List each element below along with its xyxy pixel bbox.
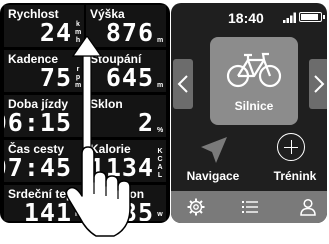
metric-unit: m	[157, 82, 164, 89]
bottom-toolbar	[171, 191, 327, 223]
plus-circle-icon[interactable]	[277, 133, 305, 161]
right-device-screen: 18:40 Silnice Navigace Trénink	[171, 3, 327, 223]
training-button-label[interactable]: Trénink	[265, 169, 325, 183]
mode-tile-road[interactable]: Silnice	[210, 37, 298, 125]
metric-unit: %	[157, 127, 164, 134]
swipe-up-hand-icon	[65, 36, 131, 237]
metric-value: 2	[137, 108, 154, 137]
chevron-left-icon	[177, 75, 188, 93]
metric-unit: m	[157, 37, 164, 44]
battery-fill	[301, 14, 318, 20]
status-time: 18:40	[228, 10, 264, 26]
list-menu-icon[interactable]	[241, 198, 259, 216]
metric-unit: w	[157, 211, 163, 218]
chevron-right-icon	[314, 75, 325, 93]
mode-label: Silnice	[234, 99, 274, 113]
navigation-arrow-icon[interactable]	[199, 135, 229, 165]
metric-unit: KCAL	[157, 148, 163, 179]
battery-icon	[299, 12, 325, 22]
navigation-button-label[interactable]: Navigace	[177, 169, 249, 183]
next-mode-button[interactable]	[309, 59, 327, 109]
signal-icon	[283, 12, 296, 23]
settings-gear-icon[interactable]	[187, 198, 205, 216]
user-profile-icon[interactable]	[299, 198, 317, 216]
road-bike-icon	[226, 52, 282, 88]
previous-mode-button[interactable]	[173, 59, 193, 109]
status-bar: 18:40	[171, 3, 327, 31]
